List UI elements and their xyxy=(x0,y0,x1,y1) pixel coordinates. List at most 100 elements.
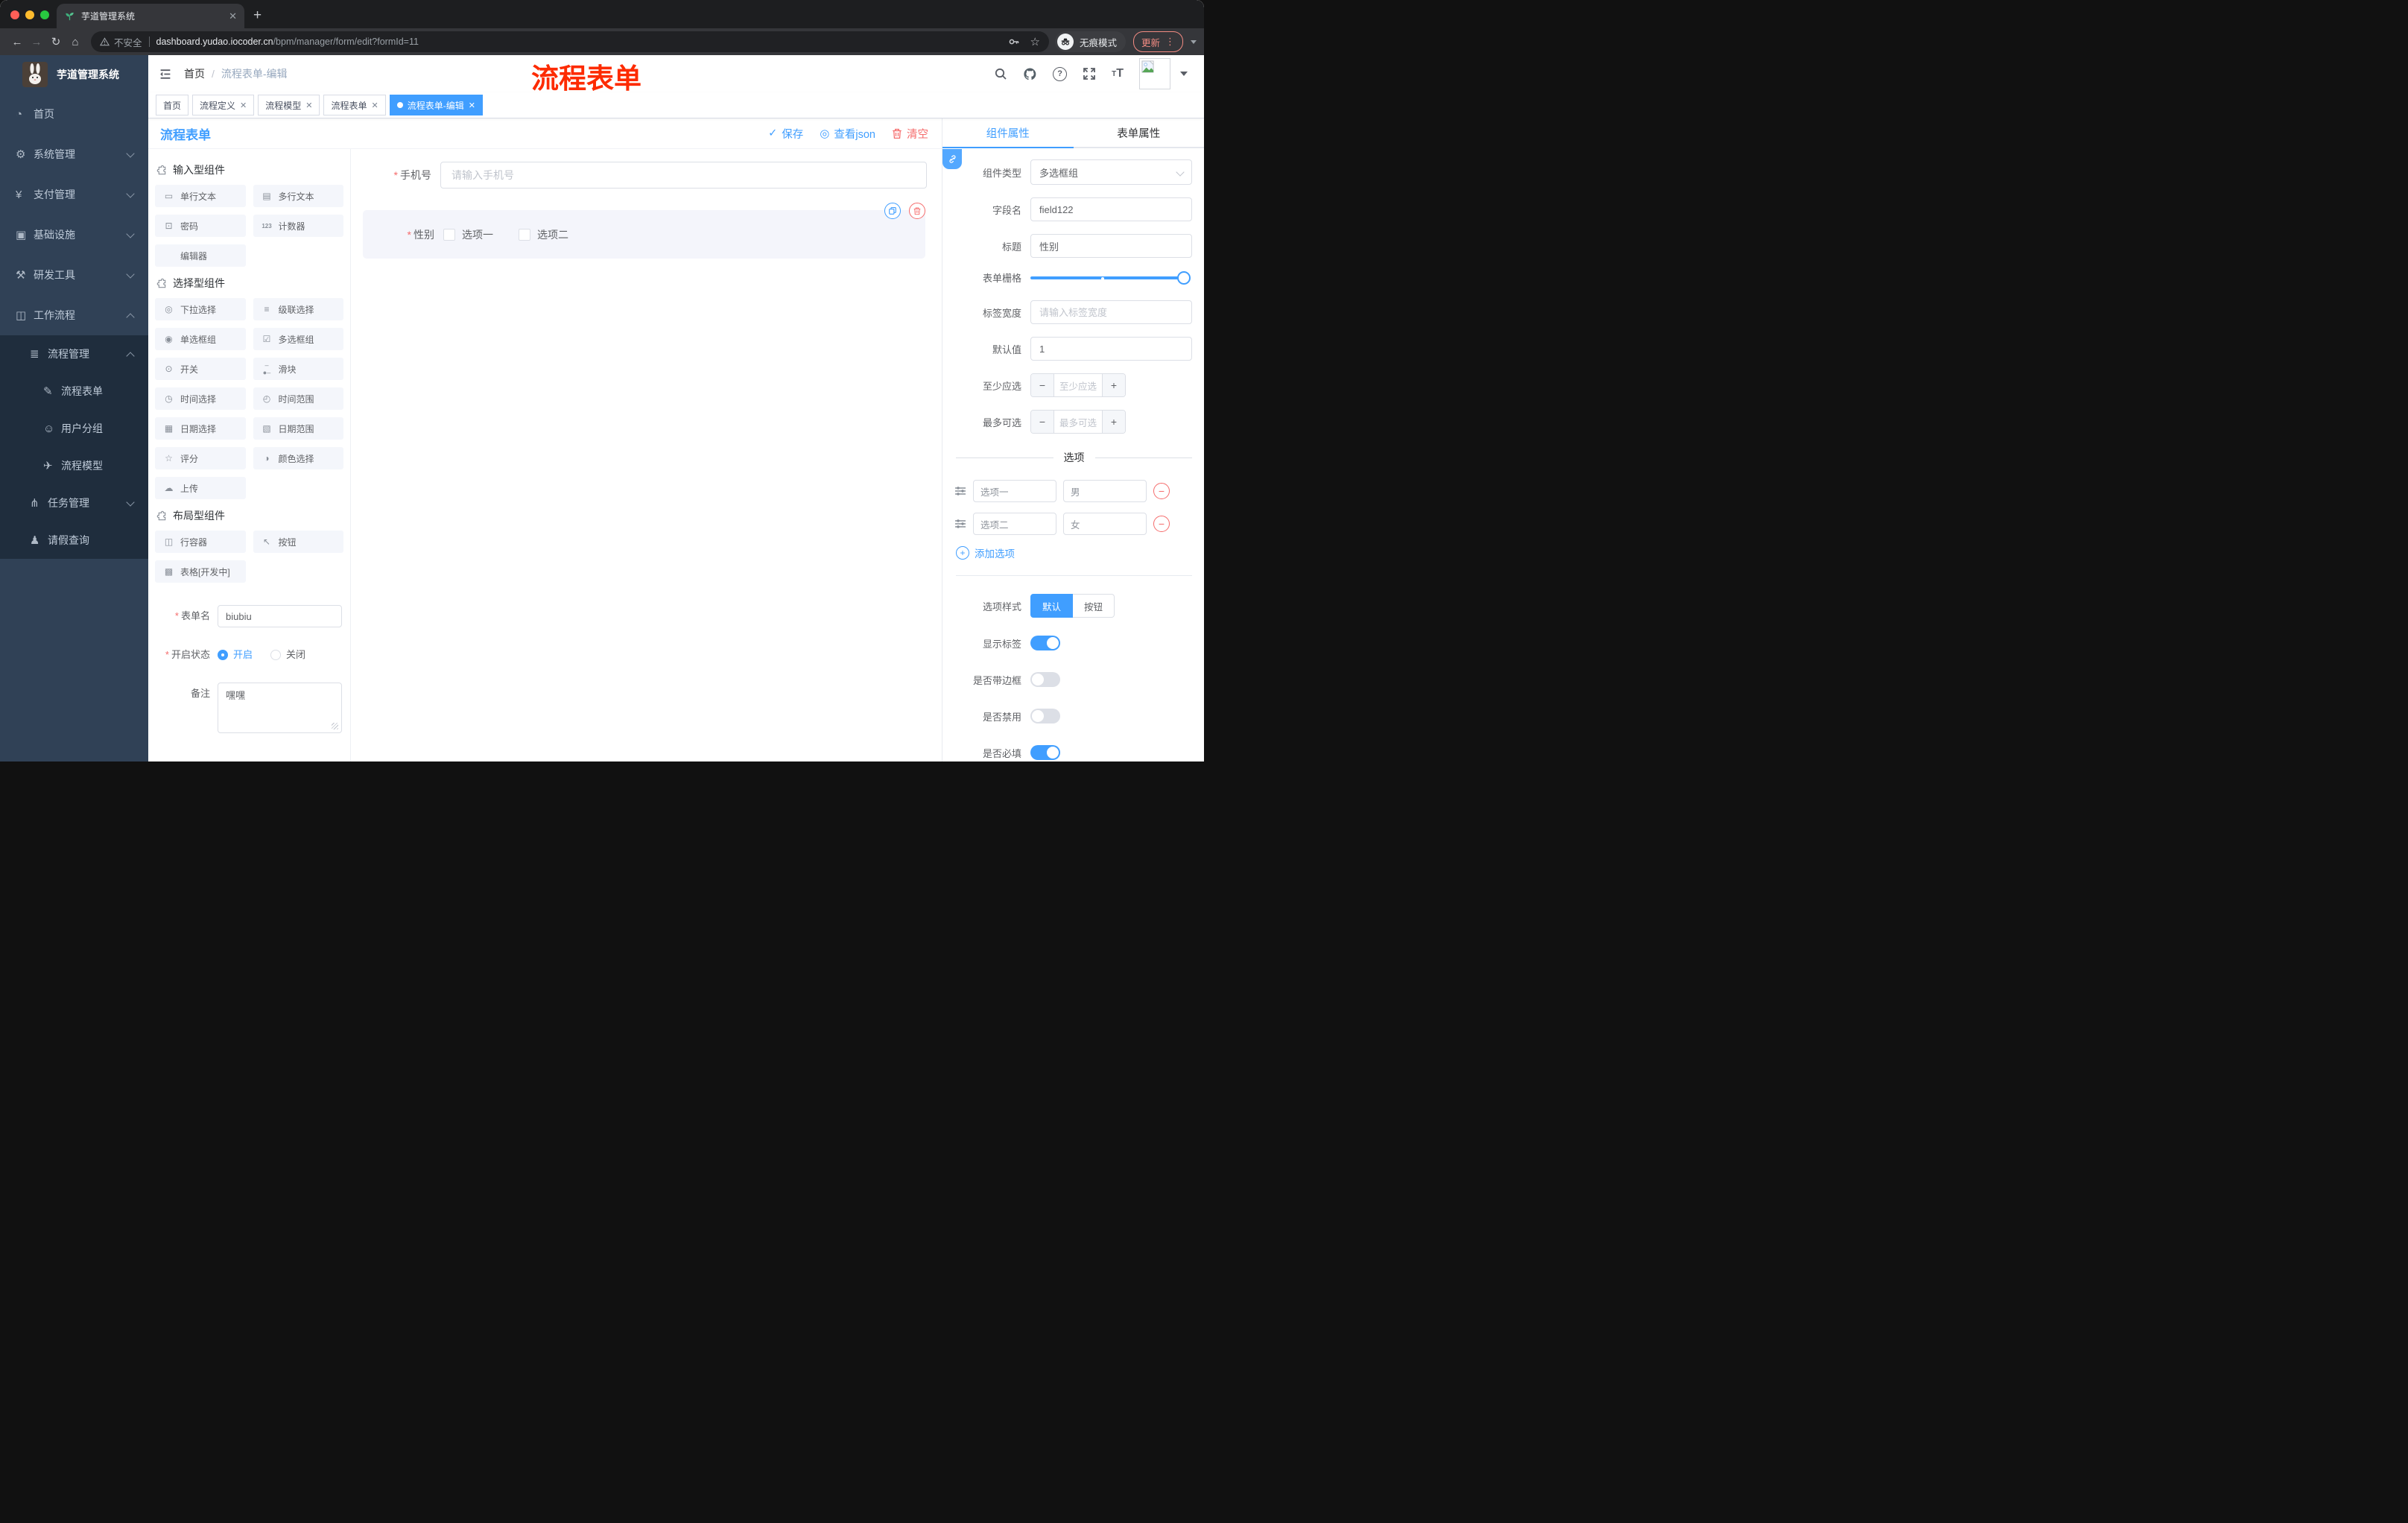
link-icon[interactable] xyxy=(942,149,962,169)
tab-form-props[interactable]: 表单属性 xyxy=(1073,118,1204,148)
component-chip-textarea[interactable]: ▤ 多行文本 xyxy=(253,185,343,207)
component-chip-counter[interactable]: 123 计数器 xyxy=(253,215,343,237)
remove-option-button[interactable]: − xyxy=(1153,516,1170,532)
avatar-caret-icon[interactable] xyxy=(1180,72,1188,76)
address-bar[interactable]: 不安全 dashboard.yudao.iocoder.cn /bpm/mana… xyxy=(91,31,1049,52)
component-chip-slider[interactable]: –●– 滑块 xyxy=(253,358,343,380)
github-icon[interactable] xyxy=(1023,67,1037,81)
show-label-toggle-on[interactable] xyxy=(1030,636,1060,650)
form-grid-slider[interactable] xyxy=(1030,270,1191,285)
textarea-resize-handle[interactable] xyxy=(332,723,338,729)
component-chip-button[interactable]: ↖ 按钮 xyxy=(253,531,343,553)
option-label-input[interactable] xyxy=(973,513,1056,535)
search-icon[interactable] xyxy=(994,67,1007,80)
profile-caret-icon[interactable] xyxy=(1191,39,1197,44)
required-toggle-on[interactable] xyxy=(1030,745,1060,760)
tag-process-form-edit[interactable]: 流程表单-编辑 ✕ xyxy=(389,95,483,115)
stepper-increase-button[interactable]: + xyxy=(1102,411,1125,433)
drag-handle-icon[interactable] xyxy=(954,486,966,496)
checkbox-unchecked-icon[interactable] xyxy=(443,228,455,241)
sidebar-item-process-model[interactable]: ✈ 流程模型 xyxy=(0,447,148,484)
tag-home[interactable]: 首页 xyxy=(156,95,189,115)
fullscreen-icon[interactable] xyxy=(1083,67,1096,80)
font-size-icon[interactable]: TT xyxy=(1112,67,1124,80)
min-select-placeholder[interactable]: 至少应选 xyxy=(1054,374,1102,396)
remove-option-button[interactable]: − xyxy=(1153,483,1170,499)
component-chip-select[interactable]: ◎ 下拉选择 xyxy=(155,298,246,320)
save-button[interactable]: ✓ 保存 xyxy=(768,126,803,142)
sidebar-item-home[interactable]: ◔ 首页 xyxy=(0,94,148,134)
status-radio-on[interactable]: 开启 xyxy=(218,644,253,666)
tag-close-icon[interactable]: ✕ xyxy=(305,101,312,110)
sidebar-item-process-form[interactable]: ✎ 流程表单 xyxy=(0,373,148,410)
component-chip-upload[interactable]: ☁ 上传 xyxy=(155,477,246,499)
gender-option-2[interactable]: 选项二 xyxy=(519,227,568,242)
new-tab-button[interactable]: + xyxy=(253,7,262,24)
option-value-input[interactable] xyxy=(1063,513,1147,535)
component-chip-row-container[interactable]: ◫ 行容器 xyxy=(155,531,246,553)
stepper-decrease-button[interactable]: − xyxy=(1031,411,1054,433)
phone-input[interactable] xyxy=(440,162,927,189)
stepper-decrease-button[interactable]: − xyxy=(1031,374,1054,396)
gender-option-1[interactable]: 选项一 xyxy=(443,227,493,242)
browser-tab[interactable]: 芋道管理系统 ✕ xyxy=(57,4,244,28)
component-type-select[interactable]: 多选框组 xyxy=(1030,159,1192,185)
border-toggle-off[interactable] xyxy=(1030,672,1060,687)
component-chip-switch[interactable]: ⊙ 开关 xyxy=(155,358,246,380)
style-default-button[interactable]: 默认 xyxy=(1030,594,1074,618)
home-icon[interactable]: ⌂ xyxy=(66,36,85,48)
component-chip-time-range[interactable]: ◴ 时间范围 xyxy=(253,387,343,410)
sidebar-item-user-group[interactable]: ☺ 用户分组 xyxy=(0,410,148,447)
component-chip-single-text[interactable]: ▭ 单行文本 xyxy=(155,185,246,207)
tag-process-definition[interactable]: 流程定义 ✕ xyxy=(192,95,255,115)
tag-process-form[interactable]: 流程表单 ✕ xyxy=(323,95,386,115)
component-chip-date-range[interactable]: ▧ 日期范围 xyxy=(253,417,343,440)
component-chip-editor[interactable]: 编辑器 xyxy=(155,244,246,267)
status-radio-off[interactable]: 关闭 xyxy=(270,644,305,666)
reload-icon[interactable]: ↻ xyxy=(46,35,66,48)
forward-icon[interactable]: → xyxy=(27,36,46,48)
form-name-input[interactable] xyxy=(218,605,342,627)
component-chip-checkbox-group[interactable]: ☑ 多选框组 xyxy=(253,328,343,350)
component-chip-color-picker[interactable]: ◑ 颜色选择 xyxy=(253,447,343,469)
help-icon[interactable]: ? xyxy=(1053,66,1068,81)
back-icon[interactable]: ← xyxy=(7,36,27,48)
canvas-field-gender-selected[interactable]: 性别 选项一 选项二 xyxy=(363,203,925,259)
sidebar-item-leave-query[interactable]: ♟ 请假查询 xyxy=(0,522,148,559)
max-select-placeholder[interactable]: 最多可选 xyxy=(1054,411,1102,433)
title-input[interactable] xyxy=(1030,234,1192,258)
browser-menu-kebab-icon[interactable]: ⋮ xyxy=(1165,36,1175,48)
avatar[interactable] xyxy=(1139,58,1170,89)
tab-close-icon[interactable]: ✕ xyxy=(229,10,237,22)
hamburger-collapse-icon[interactable] xyxy=(159,68,172,80)
sidebar-item-devtools[interactable]: ⚒ 研发工具 xyxy=(0,255,148,295)
add-option-button[interactable]: + 添加选项 xyxy=(956,545,1192,560)
tag-close-icon[interactable]: ✕ xyxy=(240,101,247,110)
component-chip-time-picker[interactable]: ◷ 时间选择 xyxy=(155,387,246,410)
field-name-input[interactable] xyxy=(1030,197,1192,221)
close-window-button[interactable] xyxy=(10,10,19,19)
browser-update-button[interactable]: 更新 ⋮ xyxy=(1132,31,1183,52)
canvas-field-phone[interactable]: 手机号 xyxy=(363,162,927,189)
stepper-increase-button[interactable]: + xyxy=(1102,374,1125,396)
label-width-input[interactable] xyxy=(1030,300,1192,324)
component-chip-password[interactable]: ⊡ 密码 xyxy=(155,215,246,237)
disabled-toggle-off[interactable] xyxy=(1030,709,1060,723)
sidebar-item-task-mgmt[interactable]: ⋔ 任务管理 xyxy=(0,484,148,522)
tag-close-icon[interactable]: ✕ xyxy=(372,101,378,110)
option-label-input[interactable] xyxy=(973,480,1056,502)
default-value-input[interactable] xyxy=(1030,337,1192,361)
delete-component-button[interactable] xyxy=(909,203,925,219)
sidebar-item-process-mgmt[interactable]: ≣ 流程管理 xyxy=(0,335,148,373)
tag-close-icon[interactable]: ✕ xyxy=(469,101,475,110)
clear-button[interactable]: 清空 xyxy=(892,126,928,142)
tag-process-model[interactable]: 流程模型 ✕ xyxy=(258,95,320,115)
form-remark-textarea[interactable]: 嘿嘿 xyxy=(218,683,342,733)
component-chip-cascader[interactable]: ≡ 级联选择 xyxy=(253,298,343,320)
component-chip-radio-group[interactable]: ◉ 单选框组 xyxy=(155,328,246,350)
minimize-window-button[interactable] xyxy=(25,10,34,19)
tab-component-props[interactable]: 组件属性 xyxy=(942,118,1074,148)
option-value-input[interactable] xyxy=(1063,480,1147,502)
component-chip-date-picker[interactable]: ▦ 日期选择 xyxy=(155,417,246,440)
drag-handle-icon[interactable] xyxy=(954,519,966,529)
